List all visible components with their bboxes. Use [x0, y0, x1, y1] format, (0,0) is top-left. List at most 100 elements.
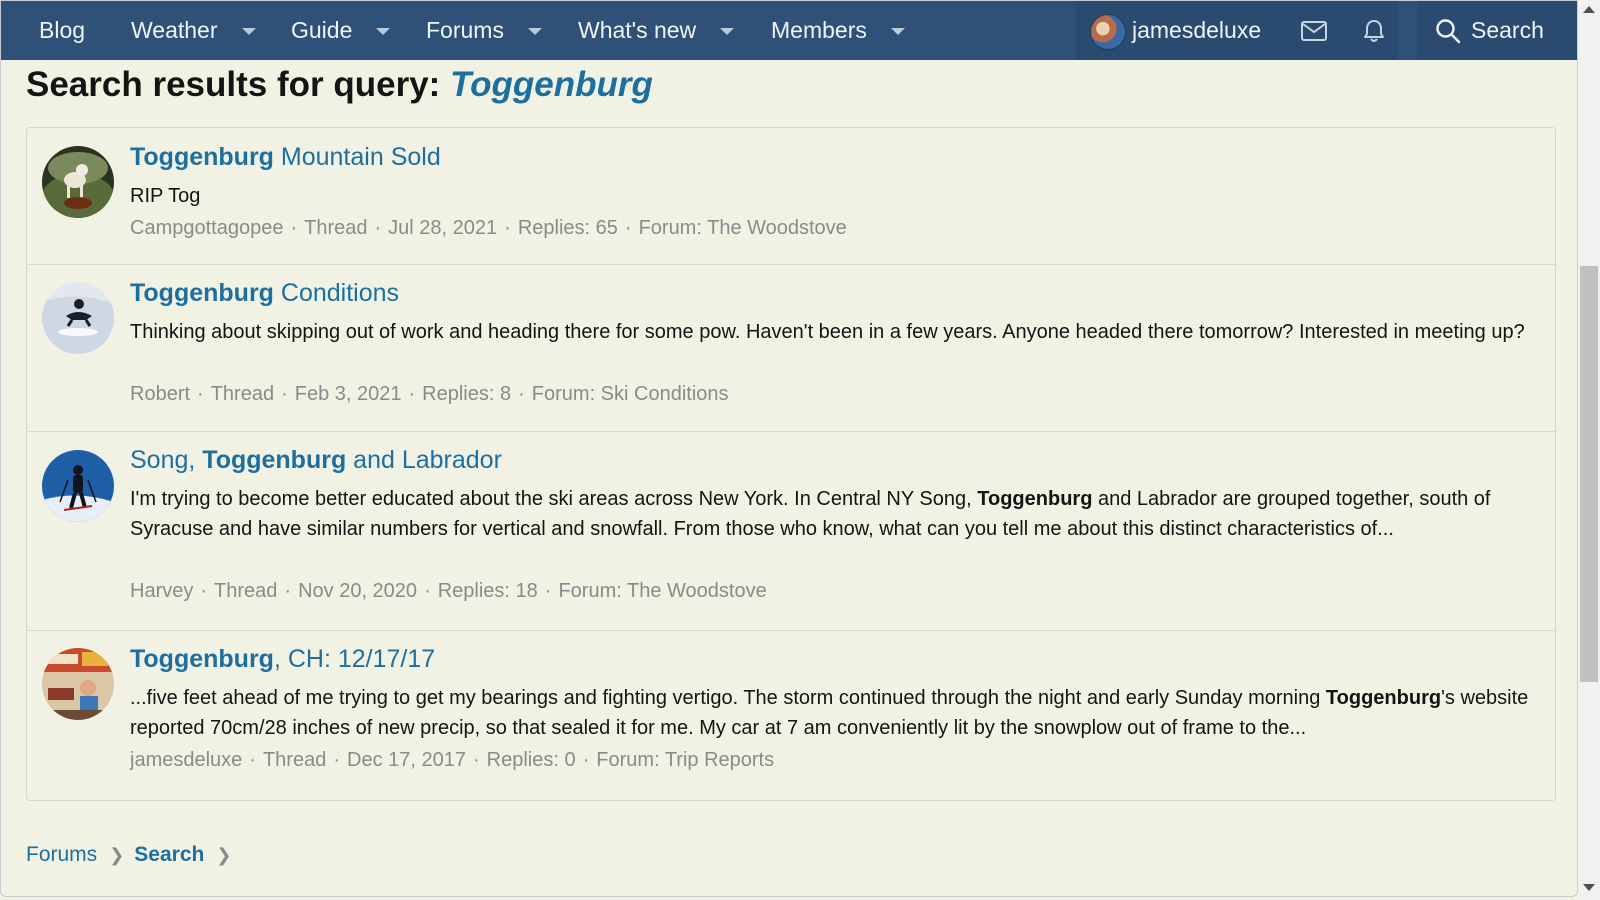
nav-whats-new-label: What's new	[578, 17, 697, 43]
result-meta: Harvey · Thread · Nov 20, 2020 · Replies: 18 · F…	[130, 580, 767, 602]
result-date[interactable]: Jul 28, 2021	[388, 217, 497, 239]
result-date[interactable]: Dec 17, 2017	[347, 749, 466, 771]
result-snippet-match: Toggenburg	[977, 488, 1093, 510]
result-replies: Replies: 65	[517, 217, 618, 239]
magazine-cover-icon	[42, 648, 114, 720]
result-title-link[interactable]: Toggenburg, CH: 12/17/17	[130, 645, 435, 674]
result-author-link[interactable]: Harvey	[130, 580, 193, 602]
chevron-down-icon[interactable]	[241, 28, 256, 35]
search-label: Search	[1471, 17, 1544, 43]
username: jamesdeluxe	[1132, 17, 1262, 43]
result-snippet: Thinking about skipping out of work and …	[130, 321, 1525, 343]
scroll-up-arrow-icon[interactable]	[1583, 6, 1595, 13]
result-title-link[interactable]: Toggenburg Conditions	[130, 279, 399, 308]
list-item: Toggenburg Conditions Thinking about ski…	[27, 265, 1555, 432]
scrollbar[interactable]	[1578, 0, 1600, 900]
chevron-down-icon[interactable]	[890, 28, 905, 35]
result-type: Thread	[304, 217, 368, 239]
nav-weather[interactable]: Weather	[131, 1, 256, 60]
result-author-link[interactable]: Robert	[130, 383, 190, 405]
result-title-link[interactable]: Song, Toggenburg and Labrador	[130, 446, 502, 475]
nav-weather-label: Weather	[131, 17, 218, 43]
scroll-down-arrow-icon[interactable]	[1583, 884, 1595, 891]
result-date[interactable]: Nov 20, 2020	[298, 580, 417, 602]
result-meta: Campgottagopee · Thread · Jul 28, 2021 · Repli…	[130, 217, 847, 239]
breadcrumb-forums[interactable]: Forums	[26, 843, 97, 867]
result-snippet-match: Toggenburg	[1325, 687, 1442, 709]
result-forum-link[interactable]: Forum: The Woodstove	[558, 580, 766, 602]
nav-whats-new[interactable]: What's new	[578, 1, 735, 60]
user-nav-block: jamesdeluxe	[1076, 1, 1398, 60]
skier-photo-icon	[42, 450, 114, 522]
list-item: Toggenburg Mountain Sold RIP Tog Campgot…	[27, 128, 1555, 265]
avatar[interactable]	[42, 146, 114, 218]
result-title-pre: Song,	[130, 446, 203, 474]
nav-members-label: Members	[771, 17, 867, 43]
chevron-down-icon[interactable]	[720, 28, 735, 35]
result-type: Thread	[210, 383, 275, 405]
avatar[interactable]	[42, 450, 114, 522]
result-author-link[interactable]: jamesdeluxe	[130, 749, 242, 771]
envelope-icon	[1301, 20, 1327, 41]
result-title-link[interactable]: Toggenburg Mountain Sold	[130, 143, 441, 172]
page-title: Search results for query: Toggenburg	[26, 65, 653, 105]
search-button-inner[interactable]: Search	[1435, 1, 1544, 60]
avatar[interactable]	[42, 648, 114, 720]
result-replies: Replies: 8	[422, 383, 512, 405]
result-date[interactable]: Feb 3, 2021	[295, 383, 402, 405]
result-snippet-pre: ...five feet ahead of me trying to get m…	[130, 687, 1326, 709]
chevron-right-icon: ❯	[109, 844, 125, 865]
page-frame: Blog Weather Guide Forums What's new Mem…	[0, 0, 1578, 897]
result-type: Thread	[262, 749, 327, 771]
alerts-button[interactable]	[1363, 1, 1385, 60]
list-item: Song, Toggenburg and Labrador I'm trying…	[27, 432, 1555, 631]
dogs-photo-icon	[42, 146, 114, 218]
result-meta: Robert · Thread · Feb 3, 2021 · Replies: 8 · For…	[130, 383, 729, 405]
page-title-prefix: Search results for query:	[26, 65, 451, 104]
account-link[interactable]: jamesdeluxe	[1132, 1, 1261, 60]
magnifier-icon	[1436, 18, 1461, 43]
result-meta: jamesdeluxe · Thread · Dec 17, 2017 · Replies:…	[130, 749, 775, 771]
result-type: Thread	[214, 580, 278, 602]
result-title-match: Toggenburg	[202, 446, 347, 474]
nav-guide-label: Guide	[291, 17, 353, 43]
result-forum-link[interactable]: Forum: Trip Reports	[596, 749, 774, 771]
avatar[interactable]	[42, 282, 114, 354]
scrollbar-thumb[interactable]	[1580, 266, 1598, 682]
result-author-link[interactable]: Campgottagopee	[130, 217, 283, 239]
result-title-match: Toggenburg	[130, 645, 274, 673]
nav-forums[interactable]: Forums	[426, 1, 542, 60]
skier-photo-icon	[42, 282, 114, 354]
result-snippet-pre: I'm trying to become better educated abo…	[130, 488, 978, 510]
result-title-rest: Conditions	[273, 279, 400, 307]
nav-guide[interactable]: Guide	[291, 1, 391, 60]
chevron-down-icon[interactable]	[527, 28, 542, 35]
result-forum-link[interactable]: Forum: Ski Conditions	[532, 383, 729, 405]
result-replies: Replies: 0	[486, 749, 576, 771]
list-item: Toggenburg, CH: 12/17/17 ...five feet ah…	[27, 631, 1555, 800]
avatar[interactable]	[1090, 14, 1126, 50]
nav-members[interactable]: Members	[771, 1, 905, 60]
search-query[interactable]: Toggenburg	[450, 65, 653, 104]
result-title-rest: and Labrador	[346, 446, 502, 474]
chevron-down-icon[interactable]	[376, 28, 391, 35]
breadcrumb: Forums ❯ Search ❯	[26, 843, 241, 867]
result-replies: Replies: 18	[437, 580, 538, 602]
nav-blog[interactable]: Blog	[39, 1, 85, 60]
result-title-match: Toggenburg	[130, 143, 274, 171]
inbox-button[interactable]	[1301, 1, 1327, 60]
nav-blog-label: Blog	[39, 17, 86, 43]
result-forum-link[interactable]: Forum: The Woodstove	[639, 217, 847, 239]
result-snippet: I'm trying to become better educated abo…	[130, 484, 1540, 544]
nav-forums-label: Forums	[426, 17, 504, 43]
top-navigation: Blog Weather Guide Forums What's new Mem…	[1, 1, 1577, 60]
chevron-right-icon: ❯	[216, 844, 232, 865]
search-results-list: Toggenburg Mountain Sold RIP Tog Campgot…	[26, 127, 1556, 801]
result-title-rest: , CH: 12/17/17	[273, 645, 436, 673]
bell-icon	[1364, 19, 1384, 42]
result-snippet: ...five feet ahead of me trying to get m…	[130, 683, 1540, 743]
result-snippet: RIP Tog	[130, 185, 201, 207]
result-title-match: Toggenburg	[130, 279, 274, 307]
search-button[interactable]: Search	[1417, 1, 1577, 60]
breadcrumb-search[interactable]: Search	[134, 843, 204, 867]
